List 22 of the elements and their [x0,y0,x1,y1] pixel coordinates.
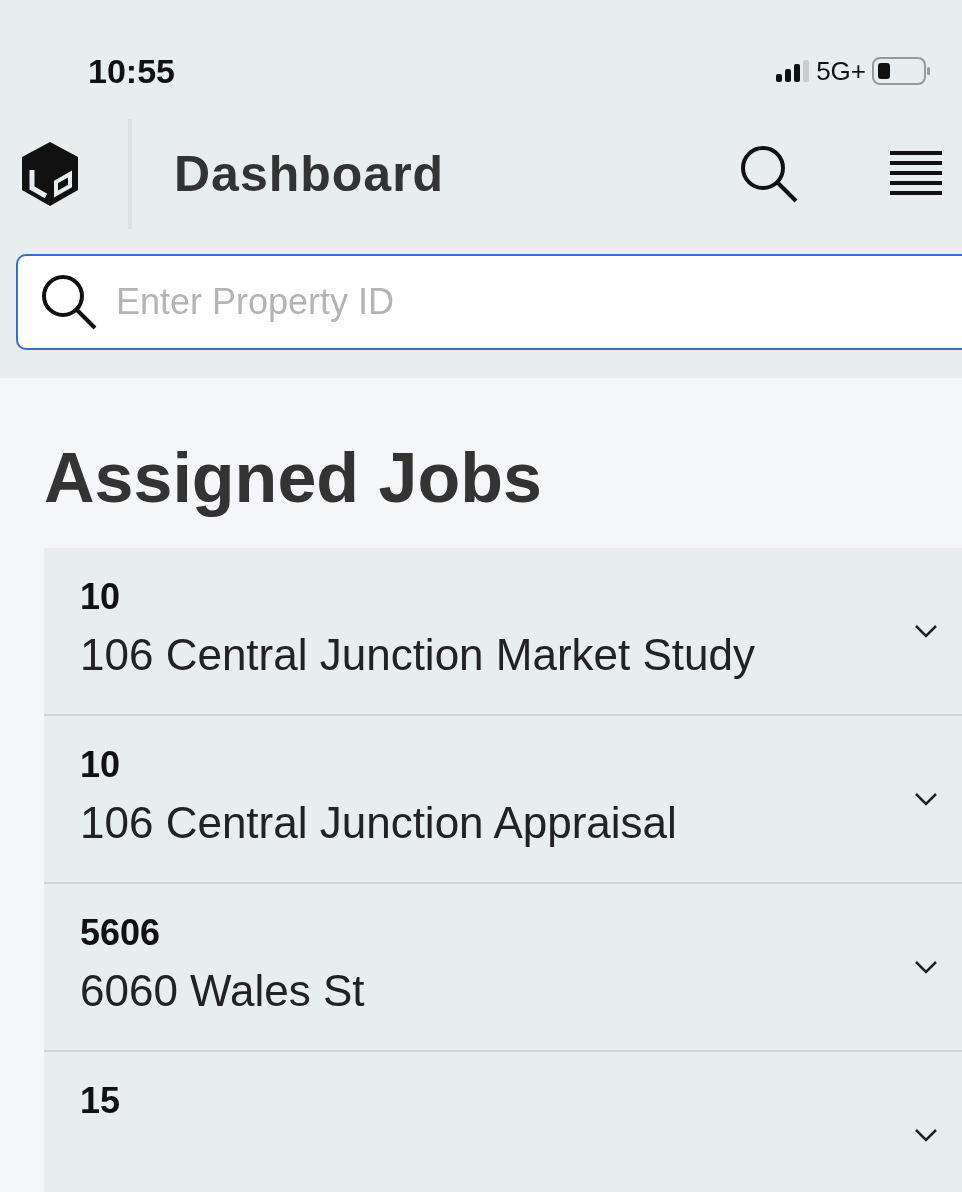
job-id: 10 [80,744,122,786]
page-title: Dashboard [174,145,446,203]
job-title: 6060 Wales St [80,966,365,1016]
chevron-icon[interactable] [914,624,938,638]
status-time: 10:55 [88,51,175,91]
job-title: 106 Central Junction Market Study [80,630,756,680]
job-id: 15 [80,1080,121,1122]
network-label: 5G+ [816,55,866,87]
search-icon [40,273,98,331]
menu-icon[interactable] [890,151,942,197]
search-icon[interactable] [738,143,800,205]
chevron-icon[interactable] [914,1128,938,1142]
signal-icon [776,60,811,82]
chevron-icon[interactable] [914,792,938,806]
battery-icon [872,57,932,85]
cube-logo-icon[interactable] [20,140,80,208]
job-title: 106 Central Junction Appraisal [80,798,677,848]
chevron-icon[interactable] [914,960,938,974]
section-heading: Assigned Jobs [44,438,543,518]
property-id-field[interactable]: Enter Property ID [16,254,962,350]
job-id: 10 [80,576,122,618]
job-id: 5606 [80,912,162,954]
